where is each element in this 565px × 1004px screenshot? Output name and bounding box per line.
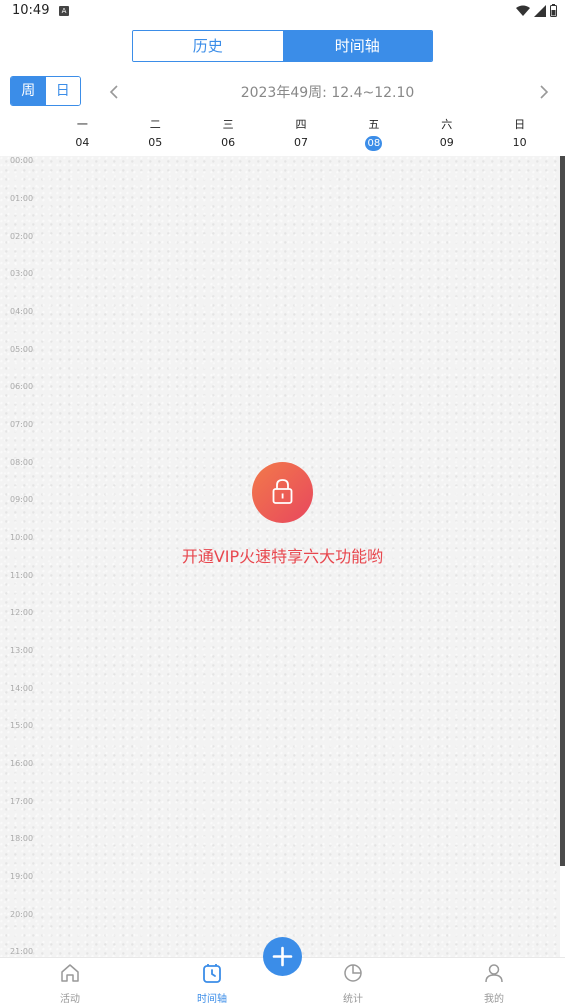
day-column-header[interactable]: 六 09 bbox=[410, 112, 483, 156]
day-column-header[interactable]: 三 06 bbox=[192, 112, 265, 156]
week-mode-button[interactable]: 周 bbox=[11, 77, 46, 105]
day-column-header[interactable]: 日 10 bbox=[483, 112, 556, 156]
day-column-header-today[interactable]: 五 08 bbox=[337, 112, 410, 156]
tab-label: 统计 bbox=[343, 994, 363, 1004]
day-name: 六 bbox=[441, 118, 453, 131]
day-name: 三 bbox=[222, 118, 234, 131]
hour-label: 14:00 bbox=[10, 684, 34, 693]
hour-label: 13:00 bbox=[10, 646, 34, 655]
hour-label: 06:00 bbox=[10, 382, 34, 391]
day-number: 10 bbox=[512, 136, 527, 149]
hour-label: 01:00 bbox=[10, 194, 34, 203]
today-badge: 08 bbox=[365, 136, 383, 151]
clock-icon bbox=[203, 964, 221, 983]
tab-label: 活动 bbox=[60, 994, 80, 1004]
day-name: 四 bbox=[295, 118, 307, 131]
tab-statistics[interactable]: 统计 bbox=[323, 962, 383, 1004]
day-number: 06 bbox=[221, 136, 236, 149]
hour-label: 03:00 bbox=[10, 269, 34, 278]
add-button[interactable] bbox=[263, 937, 302, 976]
hour-label: 19:00 bbox=[10, 872, 34, 881]
day-name: 五 bbox=[368, 118, 380, 131]
pie-chart-icon bbox=[344, 964, 362, 982]
day-mode-button[interactable]: 日 bbox=[45, 77, 80, 105]
tab-timeline-nav[interactable]: 时间轴 bbox=[182, 962, 242, 1004]
day-column-header[interactable]: 一 04 bbox=[46, 112, 119, 156]
hour-label: 17:00 bbox=[10, 797, 34, 806]
signal-icon bbox=[534, 4, 546, 17]
vip-promo-text[interactable]: 开通VIP火速特享六大功能哟 bbox=[120, 543, 445, 567]
status-bar: 10:49 A bbox=[0, 0, 565, 24]
day-number: 05 bbox=[148, 136, 163, 149]
hour-label: 12:00 bbox=[10, 608, 34, 617]
day-number: 04 bbox=[75, 136, 90, 149]
tab-history[interactable]: 历史 bbox=[133, 31, 283, 61]
tab-activity[interactable]: 活动 bbox=[40, 962, 100, 1004]
lock-icon bbox=[272, 479, 293, 504]
hour-label: 11:00 bbox=[10, 571, 34, 580]
day-number: 09 bbox=[439, 136, 454, 149]
user-icon bbox=[485, 964, 503, 983]
plus-icon bbox=[272, 946, 293, 967]
hour-label: 00:00 bbox=[10, 156, 34, 165]
status-icons bbox=[516, 4, 557, 17]
day-number-today: 08 bbox=[337, 135, 410, 151]
hour-label: 20:00 bbox=[10, 910, 34, 919]
day-number: 07 bbox=[294, 136, 308, 149]
hour-label: 07:00 bbox=[10, 420, 34, 429]
hour-label: 05:00 bbox=[10, 345, 34, 354]
week-range-title: 2023年49周: 12.4~12.10 bbox=[240, 85, 415, 101]
status-time: 10:49 bbox=[12, 3, 50, 18]
chevron-right-icon[interactable] bbox=[534, 80, 554, 104]
day-name: 一 bbox=[76, 118, 88, 131]
hour-label: 15:00 bbox=[10, 721, 34, 730]
hour-label: 02:00 bbox=[10, 232, 34, 241]
wifi-icon bbox=[516, 5, 530, 16]
day-name: 日 bbox=[514, 118, 526, 131]
vip-lock-button[interactable] bbox=[252, 462, 313, 523]
day-name: 二 bbox=[149, 118, 161, 131]
hour-label: 21:00 bbox=[10, 947, 34, 956]
day-column-header[interactable]: 四 07 bbox=[265, 112, 338, 156]
tab-label: 我的 bbox=[484, 994, 504, 1004]
tab-label: 时间轴 bbox=[197, 994, 227, 1004]
battery-icon bbox=[550, 4, 557, 17]
chevron-left-icon[interactable] bbox=[104, 80, 124, 104]
hour-label: 16:00 bbox=[10, 759, 34, 768]
hour-label: 04:00 bbox=[10, 307, 34, 316]
home-icon bbox=[61, 964, 79, 982]
hour-label: 10:00 bbox=[10, 533, 34, 542]
week-days-header: 一 04 二 05 三 06 四 07 五 08 六 09 日 10 bbox=[46, 112, 556, 156]
hour-label: 08:00 bbox=[10, 458, 34, 467]
notification-icon: A bbox=[59, 6, 69, 16]
week-day-toggle: 周 日 bbox=[10, 76, 81, 106]
tab-timeline[interactable]: 时间轴 bbox=[282, 31, 432, 61]
hour-label: 18:00 bbox=[10, 834, 34, 843]
scrollbar[interactable] bbox=[560, 156, 565, 866]
day-column-header[interactable]: 二 05 bbox=[119, 112, 192, 156]
tab-profile[interactable]: 我的 bbox=[464, 962, 524, 1004]
hour-label: 09:00 bbox=[10, 495, 34, 504]
view-segmented-control: 历史 时间轴 bbox=[132, 30, 433, 62]
